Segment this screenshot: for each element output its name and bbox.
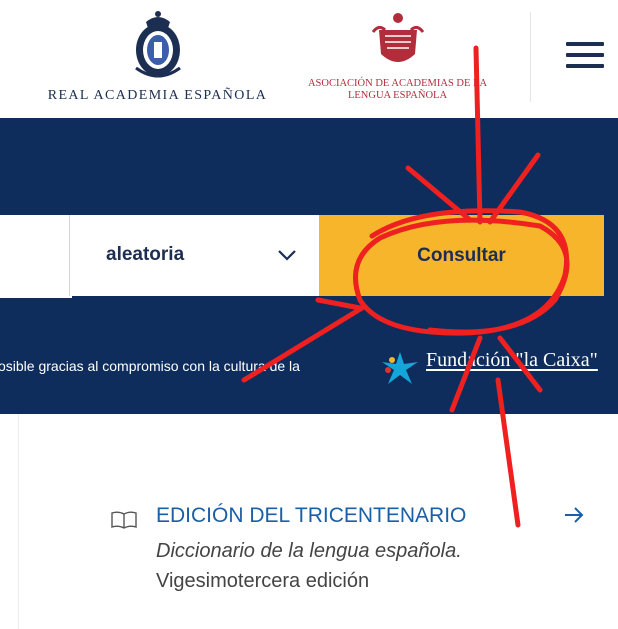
search-type-select[interactable]: aleatoria — [69, 215, 320, 296]
asale-line1: ASOCIACIÓN DE ACADEMIAS DE LA — [307, 78, 488, 89]
consultar-button[interactable]: Consultar — [319, 215, 604, 296]
site-header: REAL ACADEMIA ESPAÑOLA ASOCIACIÓN DE ACA… — [0, 0, 618, 118]
edition-title-link[interactable]: EDICIÓN DEL TRICENTENARIO — [156, 504, 466, 528]
asale-line2: LENGUA ESPAÑOLA — [347, 90, 448, 101]
chevron-down-icon — [278, 250, 296, 261]
sponsor-line: osible gracias al compromiso con la cult… — [0, 349, 618, 384]
menu-button[interactable] — [566, 40, 604, 70]
rae-crest-icon — [134, 11, 181, 78]
edition-card[interactable]: EDICIÓN DEL TRICENTENARIO Diccionario de… — [110, 500, 610, 610]
sponsor-text: osible gracias al compromiso con la cult… — [0, 358, 300, 374]
asale-crest-icon — [371, 13, 424, 62]
asale-logo[interactable]: ASOCIACIÓN DE ACADEMIAS DE LA LENGUA ESP… — [295, 10, 500, 110]
fundacion-la-caixa-link[interactable]: Fundación "la Caixa" — [426, 349, 598, 372]
search-form: aleatoria Consultar — [0, 215, 604, 298]
rae-name: REAL ACADEMIA ESPAÑOLA — [47, 88, 268, 103]
header-divider — [530, 12, 531, 102]
asale-name: ASOCIACIÓN DE ACADEMIAS DE LA LENGUA ESP… — [295, 78, 500, 102]
edition-subtitle-2: Vigesimotercera edición — [156, 570, 370, 592]
arrow-right-icon[interactable] — [563, 504, 585, 526]
edition-subtitle: Diccionario de la lengua española. — [156, 540, 462, 562]
search-type-value: aleatoria — [106, 244, 185, 265]
caixa-star-logo — [382, 352, 418, 384]
search-input[interactable] — [0, 215, 72, 298]
book-open-icon — [111, 511, 137, 529]
content-left-border — [18, 414, 19, 629]
rae-logo[interactable]: REAL ACADEMIA ESPAÑOLA — [40, 8, 275, 108]
